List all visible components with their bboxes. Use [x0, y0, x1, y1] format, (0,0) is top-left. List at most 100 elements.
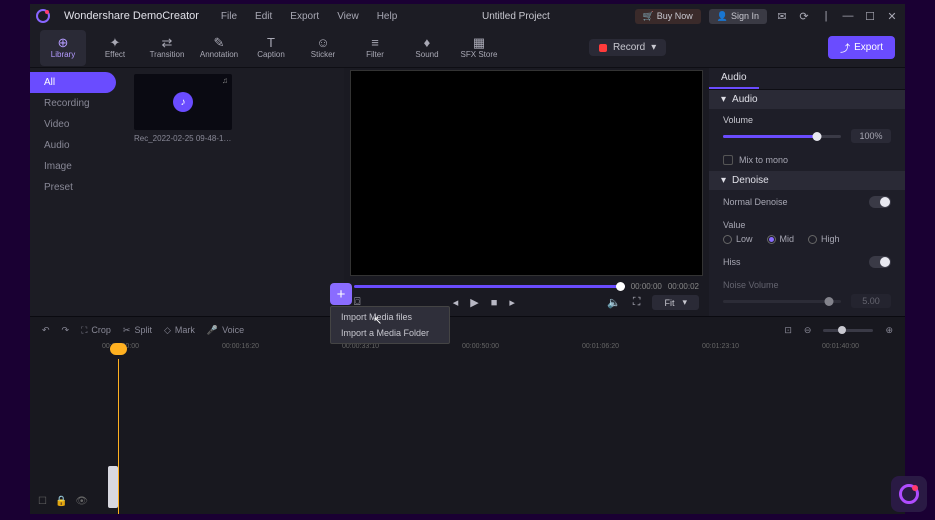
timeline-clip[interactable] — [108, 466, 118, 508]
clip-thumbnail[interactable]: ♪ ♫ — [134, 74, 232, 130]
upload-icon: ⤴ — [840, 40, 850, 55]
volume-icon[interactable]: 🔈 — [607, 296, 621, 309]
app-name: Wondershare DemoCreator — [64, 10, 199, 22]
fit-select[interactable]: Fit▾ — [652, 295, 699, 310]
chevron-down-icon: ▾ — [721, 94, 726, 105]
effect-icon: ✦ — [110, 36, 121, 50]
tool-annotation[interactable]: ✎Annotation — [196, 30, 242, 66]
sidebar-item-video[interactable]: Video — [30, 114, 124, 135]
maximize-icon[interactable]: ☐ — [863, 9, 877, 23]
tool-sticker[interactable]: ☺Sticker — [300, 30, 346, 66]
sidebar-item-audio[interactable]: Audio — [30, 135, 124, 156]
prev-frame-icon[interactable]: ◂ — [453, 296, 459, 309]
timeline-ruler[interactable]: 00:00:00:00 00:00:16:20 00:00:33:10 00:0… — [30, 343, 905, 359]
noise-volume-slider[interactable] — [723, 300, 841, 303]
sidebar-item-recording[interactable]: Recording — [30, 93, 124, 114]
tool-caption[interactable]: TCaption — [248, 30, 294, 66]
volume-value[interactable]: 100% — [851, 129, 891, 143]
sidebar-item-all[interactable]: All — [30, 72, 116, 93]
radio-high[interactable]: High — [808, 234, 840, 244]
divider: | — [819, 9, 833, 23]
preview-canvas[interactable] — [350, 70, 703, 276]
zoom-in-icon[interactable]: ⊕ — [885, 325, 893, 336]
app-logo — [36, 9, 50, 23]
add-media-button[interactable]: + — [330, 283, 352, 305]
transition-icon: ⇄ — [162, 36, 173, 50]
section-audio[interactable]: ▾Audio — [709, 90, 905, 109]
hiss-toggle[interactable] — [869, 256, 891, 268]
message-icon[interactable]: ✉ — [775, 9, 789, 23]
tool-library[interactable]: ⊕Library — [40, 30, 86, 66]
filter-icon: ≡ — [371, 36, 379, 50]
minimize-icon[interactable]: — — [841, 9, 855, 23]
export-button[interactable]: ⤴Export — [828, 36, 895, 59]
fullscreen-icon[interactable]: ⛶ — [633, 296, 641, 309]
tool-sound[interactable]: ♦Sound — [404, 30, 450, 66]
volume-slider[interactable] — [723, 135, 841, 138]
tool-filter[interactable]: ≡Filter — [352, 30, 398, 66]
media-bin: ♪ ♫ Rec_2022-02-25 09-48-12... — [124, 68, 344, 316]
mix-to-mono-checkbox[interactable]: Mix to mono — [723, 155, 891, 165]
crop-button[interactable]: ⛶ Crop — [81, 325, 111, 336]
main-menu: File Edit Export View Help — [221, 11, 397, 22]
menu-import-files[interactable]: Import Media files — [331, 309, 449, 325]
caption-icon: T — [267, 36, 275, 50]
zoom-slider[interactable] — [823, 329, 873, 332]
playhead[interactable] — [118, 359, 119, 514]
zoom-out-icon[interactable]: ⊖ — [804, 325, 812, 336]
voice-button[interactable]: 🎤 Voice — [207, 325, 244, 336]
track-lock-icon[interactable]: 🔒 — [55, 496, 67, 507]
annotation-icon: ✎ — [214, 36, 225, 50]
refresh-icon[interactable]: ⟳ — [797, 9, 811, 23]
undo-icon[interactable]: ↶ — [42, 325, 50, 336]
track-mute-icon[interactable]: ☐ — [38, 496, 47, 507]
noise-volume-value[interactable]: 5.00 — [851, 294, 891, 308]
timeline: ↶ ↷ ⛶ Crop ✂ Split ◇ Mark 🎤 Voice ⊡ ⊖ ⊕ … — [30, 316, 905, 514]
project-title: Untitled Project — [411, 11, 620, 22]
split-button[interactable]: ✂ Split — [123, 325, 152, 336]
redo-icon[interactable]: ↷ — [62, 325, 70, 336]
import-context-menu: Import Media files Import a Media Folder — [330, 306, 450, 344]
radio-low[interactable]: Low — [723, 234, 753, 244]
menu-file[interactable]: File — [221, 11, 237, 22]
sidebar-item-image[interactable]: Image — [30, 156, 124, 177]
sound-icon: ♦ — [424, 36, 431, 50]
play-icon[interactable]: ▶ — [470, 296, 478, 309]
normal-denoise-toggle[interactable] — [869, 196, 891, 208]
menu-view[interactable]: View — [337, 11, 359, 22]
menu-export[interactable]: Export — [290, 11, 319, 22]
time-current: 00:00:00 — [631, 282, 662, 291]
section-denoise[interactable]: ▾Denoise — [709, 171, 905, 190]
buy-now-button[interactable]: 🛒 Buy Now — [635, 9, 701, 24]
sidebar-item-preset[interactable]: Preset — [30, 177, 124, 198]
clip-filename: Rec_2022-02-25 09-48-12... — [134, 134, 232, 143]
label-normal-denoise: Normal Denoise — [723, 197, 788, 207]
chevron-down-icon: ▾ — [651, 42, 656, 53]
label-volume: Volume — [723, 115, 891, 125]
sfx-icon: ▦ — [473, 36, 485, 50]
sign-in-button[interactable]: 👤 Sign In — [709, 9, 767, 24]
tool-effect[interactable]: ✦Effect — [92, 30, 138, 66]
label-hiss: Hiss — [723, 257, 741, 267]
tab-audio[interactable]: Audio — [709, 68, 759, 89]
menu-edit[interactable]: Edit — [255, 11, 272, 22]
preview-scrubber[interactable] — [354, 285, 625, 288]
library-icon: ⊕ — [58, 36, 69, 50]
timeline-tracks[interactable]: ☐ 🔒 👁 — [30, 359, 905, 514]
media-clip[interactable]: ♪ ♫ Rec_2022-02-25 09-48-12... — [134, 74, 232, 143]
mark-button[interactable]: ◇ Mark — [164, 325, 195, 336]
tool-transition[interactable]: ⇄Transition — [144, 30, 190, 66]
tool-sfx[interactable]: ▦SFX Store — [456, 30, 502, 66]
next-frame-icon[interactable]: ▸ — [509, 296, 515, 309]
track-visible-icon[interactable]: 👁 — [75, 496, 88, 507]
fit-timeline-icon[interactable]: ⊡ — [784, 325, 792, 336]
record-dot-icon — [599, 44, 607, 52]
label-noise-volume: Noise Volume — [723, 280, 891, 290]
menu-help[interactable]: Help — [377, 11, 398, 22]
menu-import-folder[interactable]: Import a Media Folder — [331, 325, 449, 341]
close-icon[interactable]: ✕ — [885, 9, 899, 23]
stop-icon[interactable]: ■ — [491, 297, 498, 309]
brand-badge — [891, 476, 927, 512]
record-button[interactable]: Record▾ — [589, 39, 666, 56]
radio-mid[interactable]: Mid — [767, 234, 795, 244]
